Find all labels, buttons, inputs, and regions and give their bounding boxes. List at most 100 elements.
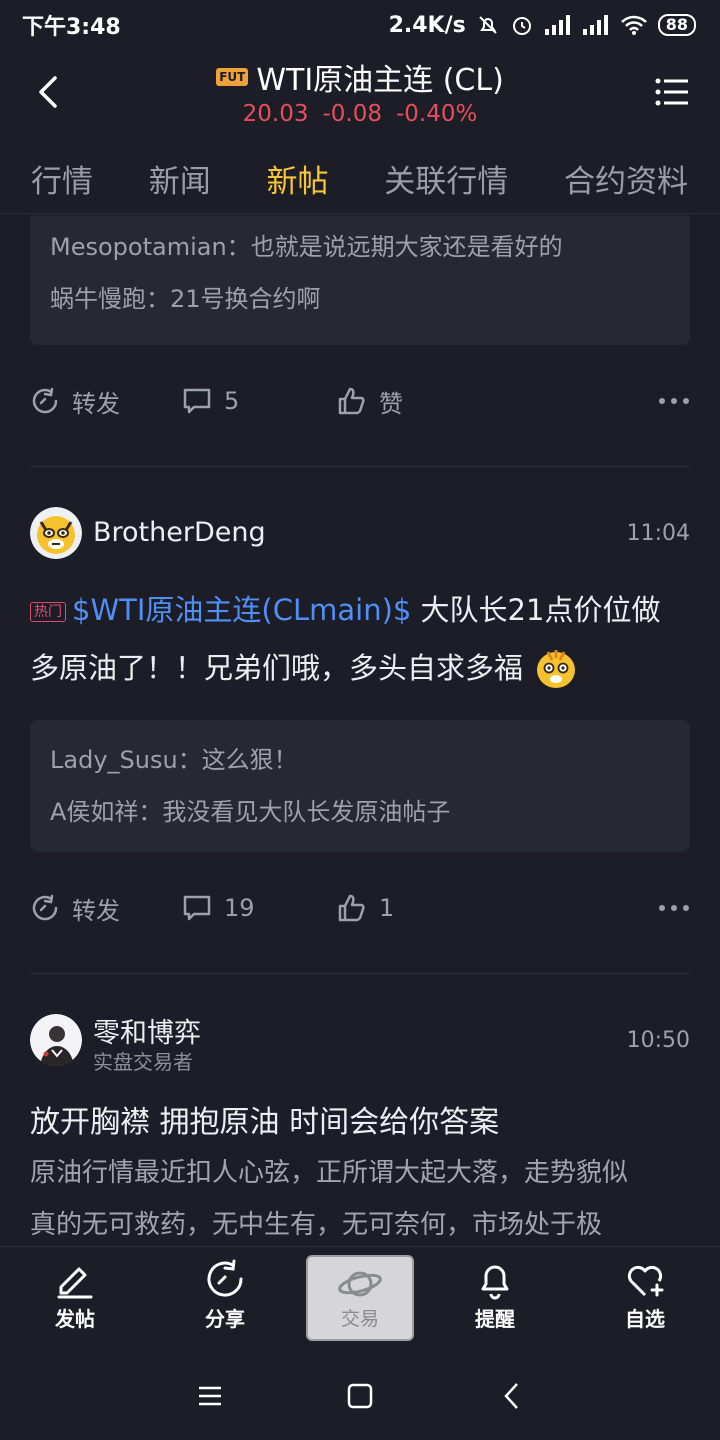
share-label: 分享 — [205, 1307, 245, 1331]
excerpt-line: 原油行情最近扣人心弦，正所谓大起大落，走势貌似 — [30, 1158, 629, 1188]
hot-badge: 热门 — [30, 602, 66, 622]
repost-button[interactable]: 转发 — [30, 381, 120, 421]
post-header: 零和博弈 实盘交易者 10:50 — [30, 1011, 690, 1074]
menu-button[interactable] — [654, 72, 690, 112]
like-button[interactable]: 赞 — [337, 381, 403, 421]
status-time: 下午3:48 — [22, 15, 121, 40]
like-count: 1 — [379, 894, 395, 922]
compose-post-button[interactable]: 发帖 — [20, 1257, 130, 1341]
comment-user: Lady_Susu — [50, 746, 178, 774]
tiger-avatar-icon — [30, 507, 82, 559]
repost-button[interactable]: 转发 — [30, 888, 120, 928]
post-header: BrotherDeng 11:04 — [30, 507, 690, 563]
price-change: -0.08 — [322, 101, 382, 127]
comment-item: Lady_Susu：这么狠！ — [50, 734, 670, 786]
planet-icon — [338, 1271, 382, 1296]
repost-icon — [32, 894, 58, 921]
comment-text: ：这么狠！ — [177, 746, 298, 774]
remind-label: 提醒 — [475, 1307, 515, 1331]
comment-item: Mesopotamian：也就是说远期大家还是看好的 — [50, 221, 670, 273]
tab-news[interactable]: 新闻 — [149, 156, 211, 201]
status-bar: 下午3:48 2.4K/s 88 — [0, 0, 720, 50]
post-time: 10:50 — [626, 1028, 690, 1053]
post-actions: 转发 5 赞 — [30, 381, 690, 421]
share-icon — [207, 1259, 243, 1297]
comment-button[interactable]: 5 — [182, 381, 239, 421]
comment-text: ：我没看见大队长发原油帖子 — [138, 798, 451, 826]
hamburger-icon — [199, 1386, 221, 1406]
comment-preview-box[interactable]: Mesopotamian：也就是说远期大家还是看好的 蜗牛慢跑：21号换合约啊 — [30, 215, 690, 345]
repost-label: 转发 — [72, 896, 120, 925]
status-icons: 2.4K/s 88 — [389, 13, 696, 38]
person-avatar-icon — [30, 1014, 82, 1066]
header: FUT WTI原油主连 (CL) 20.03 -0.08 -0.40% — [0, 50, 720, 134]
comment-preview-box[interactable]: Lady_Susu：这么狠！ A侯如祥：我没看见大队长发原油帖子 — [30, 720, 690, 852]
pen-icon — [57, 1267, 93, 1299]
compose-label: 发帖 — [55, 1307, 95, 1331]
bottom-action-bar: 发帖 分享 交易 提醒 自选 — [0, 1246, 720, 1350]
system-nav-bar — [0, 1350, 720, 1440]
comment-text: ：21号换合约啊 — [146, 285, 321, 313]
heart-plus-icon — [627, 1265, 664, 1297]
username[interactable]: BrotherDeng — [93, 517, 266, 548]
quote-row: 20.03 -0.08 -0.40% — [0, 101, 720, 127]
thumbs-up-icon — [338, 387, 365, 415]
share-button[interactable]: 分享 — [170, 1257, 280, 1341]
remind-button[interactable]: 提醒 — [440, 1257, 550, 1341]
post-title[interactable]: 放开胸襟 拥抱原油 时间会给你答案 — [30, 1097, 690, 1141]
avatar[interactable] — [30, 507, 82, 559]
bell-icon — [481, 1265, 509, 1300]
post-divider — [30, 466, 690, 467]
comment-user: A侯如祥 — [50, 798, 139, 826]
avatar[interactable] — [30, 1014, 82, 1066]
tab-related-market[interactable]: 关联行情 — [384, 156, 508, 201]
comment-user: 蜗牛慢跑 — [50, 285, 146, 313]
like-button[interactable]: 1 — [337, 888, 394, 928]
thumbs-up-icon — [338, 894, 365, 922]
post-feed[interactable]: Mesopotamian：也就是说远期大家还是看好的 蜗牛慢跑：21号换合约啊 … — [0, 215, 720, 1246]
signal-icon-2 — [582, 15, 608, 35]
comment-icon — [183, 895, 211, 921]
comment-icon — [183, 388, 211, 414]
more-dots-icon — [659, 905, 689, 911]
post-excerpt[interactable]: 原油行情最近扣人心弦，正所谓大起大落，走势貌似 真的无可救药，无中生有，无可奈何… — [30, 1147, 690, 1246]
post-time: 11:04 — [626, 521, 690, 546]
post-divider — [30, 973, 690, 974]
page-title: WTI原油主连 (CL) — [256, 63, 504, 98]
comment-user: Mesopotamian — [50, 233, 227, 261]
list-menu-icon — [655, 78, 688, 106]
comment-item: A侯如祥：我没看见大队长发原油帖子 — [50, 786, 670, 838]
wifi-icon — [620, 15, 647, 35]
alarm-icon — [512, 17, 531, 35]
comment-count: 5 — [224, 387, 240, 415]
post-actions: 转发 19 1 — [30, 888, 690, 928]
system-back-button[interactable] — [492, 1376, 532, 1416]
home-button[interactable] — [340, 1376, 380, 1416]
recent-apps-button[interactable] — [190, 1376, 230, 1416]
tab-contract-info[interactable]: 合约资料 — [564, 156, 688, 201]
stock-tag-link[interactable]: $WTI原油主连(CLmain)$ — [72, 593, 411, 627]
trade-button[interactable]: 交易 — [306, 1255, 414, 1341]
tab-market[interactable]: 行情 — [31, 156, 93, 201]
more-button[interactable] — [658, 381, 690, 421]
title-block: FUT WTI原油主连 (CL) 20.03 -0.08 -0.40% — [0, 55, 720, 127]
like-label: 赞 — [379, 389, 403, 418]
user-subtitle: 实盘交易者 — [93, 1050, 193, 1074]
battery-icon: 88 — [657, 14, 696, 36]
trade-label: 交易 — [340, 1307, 379, 1330]
username[interactable]: 零和博弈 — [93, 1011, 201, 1050]
tab-bar: 行情 新闻 新帖 关联行情 合约资料 — [0, 144, 720, 214]
more-dots-icon — [659, 398, 689, 404]
post-content[interactable]: 热门 $WTI原油主连(CLmain)$ 大队长21点价位做 多原油了！！兄弟们哦… — [30, 581, 700, 697]
futures-badge: FUT — [216, 68, 249, 86]
repost-label: 转发 — [72, 389, 120, 418]
chevron-left-icon — [504, 1383, 518, 1409]
more-button[interactable] — [658, 888, 690, 928]
tab-new-posts[interactable]: 新帖 — [267, 156, 329, 201]
comment-item: 蜗牛慢跑：21号换合约啊 — [50, 273, 670, 325]
add-watchlist-button[interactable]: 自选 — [590, 1257, 700, 1341]
price-change-pct: -0.40% — [396, 101, 478, 127]
comment-button[interactable]: 19 — [182, 888, 255, 928]
tiger-emoji-icon — [537, 650, 576, 688]
signal-icon — [544, 15, 570, 35]
